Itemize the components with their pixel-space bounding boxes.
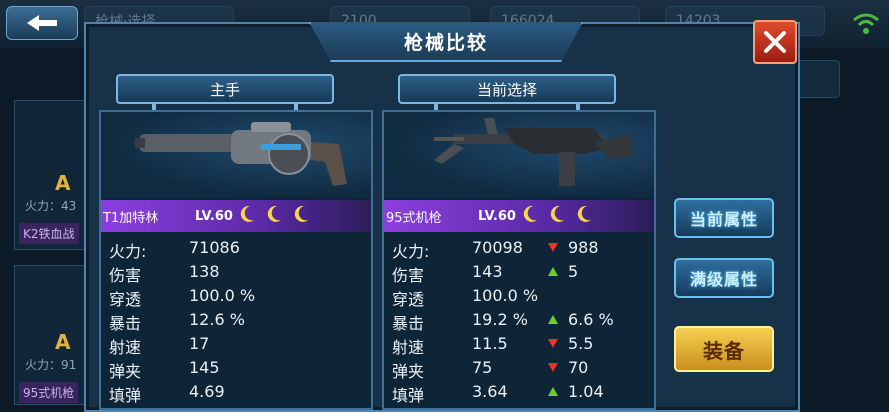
moon-star-icon	[240, 205, 254, 222]
change-arrow-icon	[548, 363, 558, 372]
stat-row: 填弹 3.64 1.04	[384, 382, 654, 405]
moon-star-icon	[550, 205, 565, 222]
stat-diff: 5	[568, 262, 579, 281]
machine-gun-icon	[434, 118, 634, 186]
weapon-name-bar: 95式机枪 LV.60	[384, 200, 654, 232]
stat-row: 火力: 70098 988	[384, 238, 654, 261]
stat-value: 12.6 %	[189, 310, 245, 329]
weapon-name: 95式机枪	[386, 210, 442, 226]
stat-value: 19.2 %	[472, 310, 528, 329]
stat-value: 145	[189, 358, 220, 377]
stat-value: 70098	[472, 238, 523, 257]
stat-row: 填弹 4.69	[101, 382, 371, 405]
stat-value: 75	[472, 358, 493, 377]
moon-star-icon	[523, 205, 537, 222]
stat-label: 火力:	[392, 242, 430, 261]
wifi-icon	[853, 13, 879, 34]
change-arrow-icon	[548, 243, 558, 252]
stat-label: 火力:	[109, 242, 147, 261]
stat-row: 火力: 71086	[101, 238, 371, 261]
close-button[interactable]	[753, 20, 797, 64]
stat-row: 弹夹 145	[101, 358, 371, 381]
stat-label: 伤害	[392, 266, 425, 285]
main-hand-label: 主手	[116, 74, 334, 110]
star-rating	[516, 205, 592, 227]
main-hand-panel: T1加特林 LV.60 火力: 71086 伤害 138 穿透 100.0 % 暴击 1…	[99, 110, 373, 410]
stat-value: 71086	[189, 238, 240, 257]
stat-value: 3.64	[472, 382, 508, 401]
stat-value: 143	[472, 262, 503, 281]
stat-value: 100.0 %	[189, 286, 256, 305]
stat-diff: 1.04	[568, 382, 604, 401]
stat-label: 填弹	[392, 386, 425, 405]
stat-label: 弹夹	[109, 362, 142, 381]
grade-label: A	[55, 171, 71, 195]
stat-label: 穿透	[109, 290, 142, 309]
stat-diff: 988	[568, 238, 599, 257]
stat-row: 伤害 143 5	[384, 262, 654, 285]
dialog-title-bar: 枪械比较	[309, 22, 583, 62]
stat-row: 伤害 138	[101, 262, 371, 285]
change-arrow-icon	[548, 315, 558, 324]
moon-star-icon	[294, 205, 309, 222]
stat-value: 138	[189, 262, 220, 281]
moon-star-icon	[267, 205, 282, 222]
close-x-icon	[764, 31, 786, 53]
stat-row: 暴击 19.2 % 6.6 %	[384, 310, 654, 333]
change-arrow-icon	[548, 267, 558, 276]
stat-label: 暴击	[392, 314, 425, 333]
stat-label: 暴击	[109, 314, 142, 333]
firepower-label: 火力：43	[25, 199, 77, 213]
stat-label: 射速	[392, 338, 425, 357]
stat-row: 射速 11.5 5.5	[384, 334, 654, 357]
stat-label: 伤害	[109, 266, 142, 285]
stat-value: 4.69	[189, 382, 225, 401]
weapon-image-area	[101, 112, 371, 198]
weapon-name: K2铁血战	[19, 223, 79, 244]
back-button[interactable]	[6, 6, 78, 40]
stat-row: 穿透 100.0 %	[384, 286, 654, 309]
current-selection-label: 当前选择	[398, 74, 616, 110]
bg-weapon-card: A 火力：43 K2铁血战	[14, 100, 86, 250]
stat-label: 填弹	[109, 386, 142, 405]
max-level-attributes-button[interactable]: 满级属性	[674, 258, 774, 298]
stat-row: 弹夹 75 70	[384, 358, 654, 381]
change-arrow-icon	[548, 387, 558, 396]
current-attributes-button[interactable]: 当前属性	[674, 198, 774, 238]
back-arrow-icon	[27, 15, 57, 31]
stat-diff: 5.5	[568, 334, 594, 353]
firepower-label: 火力：91	[25, 358, 77, 372]
moon-star-icon	[577, 205, 592, 222]
stat-diff: 6.6 %	[568, 310, 614, 329]
stat-row: 射速 17	[101, 334, 371, 357]
stat-diff: 70	[568, 358, 589, 377]
change-arrow-icon	[548, 339, 558, 348]
stat-row: 穿透 100.0 %	[101, 286, 371, 309]
weapon-image-area	[384, 112, 654, 198]
stat-value: 17	[189, 334, 210, 353]
gatling-gun-icon	[135, 122, 347, 186]
stat-label: 弹夹	[392, 362, 425, 381]
grade-label: A	[55, 330, 71, 354]
equip-button[interactable]: 装备	[674, 326, 774, 372]
stat-value: 100.0 %	[472, 286, 539, 305]
weapon-level: LV.60	[195, 208, 233, 224]
current-selection-panel: 95式机枪 LV.60 火力: 70098 988 伤害 143 5 穿透 100.0 %…	[382, 110, 656, 410]
stat-value: 11.5	[472, 334, 508, 353]
bg-weapon-card: A 火力：91 95式机枪	[14, 265, 86, 405]
stat-row: 暴击 12.6 %	[101, 310, 371, 333]
weapon-level: LV.60	[478, 208, 516, 224]
stat-label: 穿透	[392, 290, 425, 309]
stat-label: 射速	[109, 338, 142, 357]
dialog-title: 枪械比较	[403, 31, 488, 54]
weapon-name: T1加特林	[103, 210, 159, 226]
star-rating	[233, 205, 309, 227]
weapon-name-bar: T1加特林 LV.60	[101, 200, 371, 232]
